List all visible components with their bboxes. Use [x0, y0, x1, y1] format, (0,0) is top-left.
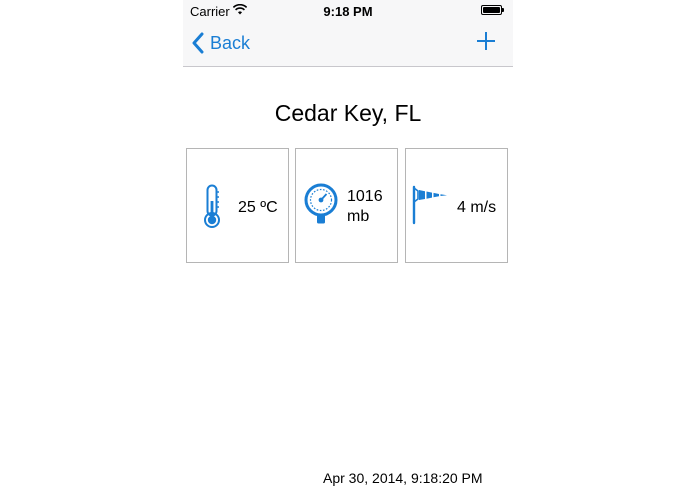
wind-tile: 4 m/s — [405, 148, 508, 263]
barometer-icon — [304, 183, 338, 224]
temperature-value: 25 ºC — [238, 199, 278, 216]
back-button-label: Back — [210, 32, 251, 53]
windsock-icon — [412, 185, 447, 225]
navigation-area: Carrier 9:18 PM Back — [183, 0, 513, 67]
pressure-value: 1016 — [347, 188, 383, 205]
back-button[interactable]: Back — [191, 30, 250, 56]
pressure-tile: 1016 mb — [295, 148, 398, 263]
battery-icon — [481, 5, 504, 15]
temperature-tile: 25 ºC — [186, 148, 289, 263]
thermometer-icon — [204, 184, 220, 228]
updated-timestamp: Apr 30, 2014, 9:18:20 PM — [323, 470, 483, 486]
plus-icon[interactable] — [476, 31, 496, 51]
wind-value: 4 m/s — [457, 199, 497, 216]
status-time: 9:18 PM — [323, 4, 373, 19]
pressure-unit: mb — [347, 208, 370, 225]
chevron-left-icon — [192, 32, 204, 54]
status-bar: Carrier 9:18 PM — [183, 0, 513, 22]
phone-screen: Carrier 9:18 PM Back Cedar Key, FL 25 ºC… — [183, 0, 513, 494]
location-title: Cedar Key, FL — [274, 100, 422, 126]
